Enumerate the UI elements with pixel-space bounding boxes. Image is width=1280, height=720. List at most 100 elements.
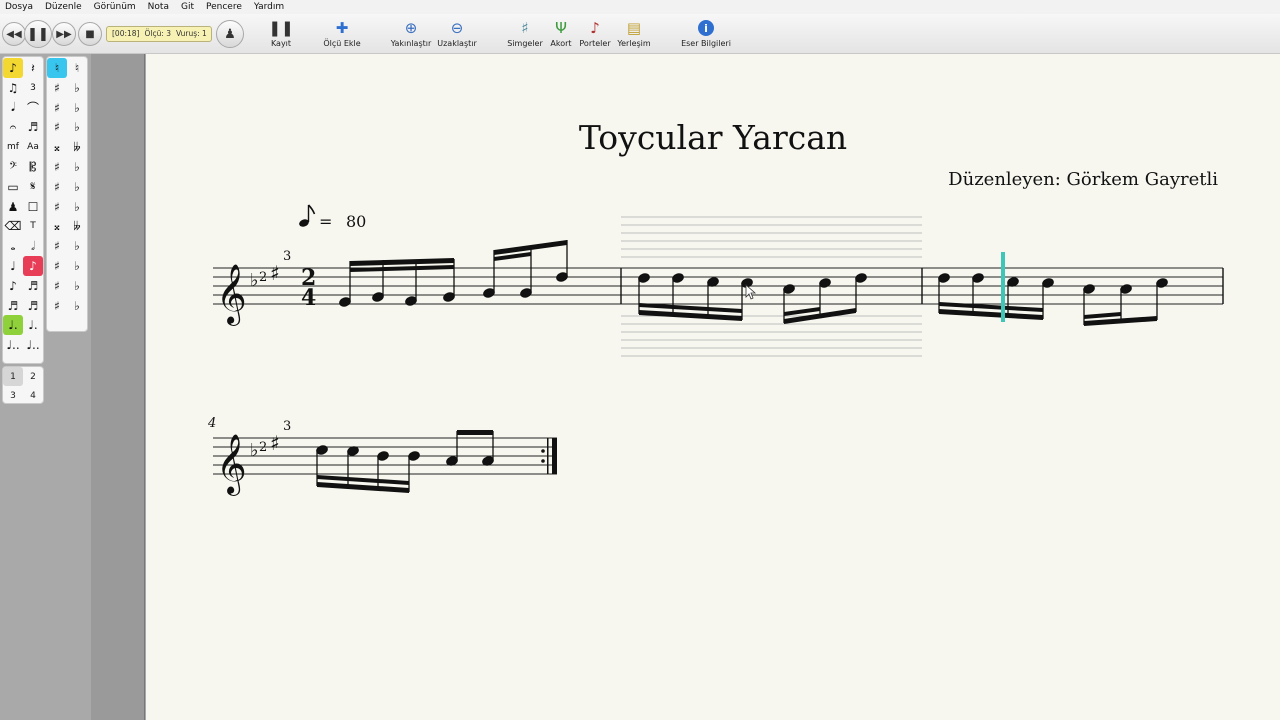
voice-button-3[interactable]: 3 [3, 386, 23, 405]
voice-button-4[interactable]: 4 [23, 386, 43, 405]
palette_left-cell-14[interactable]: ♟ [3, 197, 23, 217]
palette_right-cell-7[interactable]: ♭ [67, 117, 87, 137]
score-page[interactable]: Toycular Yarcan Düzenleyen: Görkem Gayre… [146, 54, 1280, 720]
menu-bar: Dosya Düzenle Görünüm Nota Git Pencere Yardım [0, 0, 1280, 14]
palette_left-cell-12[interactable]: ▭ [3, 177, 23, 197]
palette_left-cell-7[interactable]: ♬ [23, 117, 43, 137]
palette_right-cell-21[interactable]: ♭ [67, 256, 87, 276]
palette_left-cell-17[interactable]: T [23, 216, 43, 236]
status-measure: Ölçü: 3 [144, 29, 172, 38]
palette_right-cell-13[interactable]: ♭ [67, 177, 87, 197]
palette_left-cell-25[interactable]: ♬ [23, 296, 43, 316]
palette_right-cell-14[interactable]: ♯ [47, 197, 67, 217]
toolbar-icon-1: ✚ [335, 19, 349, 37]
metronome-icon: ♟ [224, 26, 236, 42]
palette_left-cell-9[interactable]: Aa [23, 137, 43, 157]
palette_left-cell-1[interactable]: 𝄽 [23, 58, 43, 78]
palette_right-cell-24[interactable]: ♯ [47, 296, 67, 316]
toolbar-button-7[interactable]: ▤ Yerleşim [604, 18, 664, 48]
palette_left-cell-3[interactable]: 3 [23, 78, 43, 98]
palette_left-cell-29[interactable]: ♩.. [23, 335, 43, 355]
menu-item-1[interactable]: Düzenle [45, 2, 82, 12]
palette_left-cell-20[interactable]: ♩ [3, 256, 23, 276]
palette_left-cell-18[interactable]: 𝅝 [3, 236, 23, 256]
palette_right-cell-16[interactable]: 𝄪 [47, 216, 67, 236]
toolbar-button-0[interactable]: ❚❚ Kayıt [251, 18, 311, 48]
palette_right-cell-2[interactable]: ♯ [47, 78, 67, 98]
metronome-button[interactable]: ♟ [216, 20, 244, 48]
pause-button[interactable]: ❚❚ [24, 20, 52, 48]
palette_left-cell-15[interactable]: ☐ [23, 197, 43, 217]
voice-button-1[interactable]: 1 [3, 367, 23, 386]
palette_right-cell-17[interactable]: 𝄫 [67, 216, 87, 236]
palette_left-cell-22[interactable]: ♪ [3, 276, 23, 296]
palette_right-cell-25[interactable]: ♭ [67, 296, 87, 316]
palette_right-cell-3[interactable]: ♭ [67, 78, 87, 98]
palette_left-cell-26[interactable]: ♩. [3, 315, 23, 336]
palette_right-cell-20[interactable]: ♯ [47, 256, 67, 276]
voice-button-2[interactable]: 2 [23, 367, 43, 386]
palette_right-cell-23[interactable]: ♭ [67, 276, 87, 296]
score-notation[interactable]: = 80 𝄞 ♭ 2 ♯ 3 2 4 4 𝄞 ♭ 2 ♯ 3 [146, 54, 1280, 720]
menu-item-6[interactable]: Yardım [254, 2, 284, 12]
toolbar-button-3[interactable]: ⊖ Uzaklaştır [427, 18, 487, 48]
palette_left-cell-2[interactable]: ♫ [3, 78, 23, 98]
menu-item-0[interactable]: Dosya [5, 2, 33, 12]
time-signature[interactable]: 2 4 [301, 265, 316, 311]
palette_left-cell-5[interactable]: ⌒ [23, 98, 43, 118]
palette_left-cell-13[interactable]: 𝄋 [23, 177, 43, 197]
palette_left-cell-19[interactable]: 𝅗𝅥 [23, 236, 43, 256]
treble-clef-2: 𝄞 [216, 434, 247, 496]
toolbar-icon-4: ♯ [521, 19, 529, 37]
treble-clef: 𝄞 [216, 264, 247, 326]
staff-system-1 [213, 267, 1223, 305]
palette_left-cell-27[interactable]: ♩. [23, 315, 43, 335]
palette_left-cell-0[interactable]: ♪ [3, 58, 23, 78]
stop-button[interactable]: ■ [78, 22, 102, 46]
toolbar-button-8[interactable]: i Eser Bilgileri [676, 18, 736, 48]
rewind-icon: ◀◀ [6, 28, 22, 40]
palette_right-cell-5[interactable]: ♭ [67, 98, 87, 118]
palette_right-cell-10[interactable]: ♯ [47, 157, 67, 177]
palette_left-cell-6[interactable]: 𝄐 [3, 117, 23, 137]
sharp-accidental-number-2: 3 [283, 419, 291, 434]
rewind-button[interactable]: ◀◀ [2, 22, 26, 46]
menu-item-3[interactable]: Nota [148, 2, 169, 12]
toolbar-label-7: Yerleşim [617, 39, 651, 48]
palette_right-cell-0[interactable]: ♮ [47, 58, 67, 78]
palette_right-cell-15[interactable]: ♭ [67, 197, 87, 217]
palette_left-cell-10[interactable]: 𝄢 [3, 157, 23, 177]
toolbar-button-1[interactable]: ✚ Ölçü Ekle [312, 18, 372, 48]
palette_right-cell-19[interactable]: ♭ [67, 236, 87, 256]
menu-item-5[interactable]: Pencere [206, 2, 242, 12]
menu-item-4[interactable]: Git [181, 2, 194, 12]
palette_left-cell-8[interactable]: mf [3, 137, 23, 157]
palette_right-cell-18[interactable]: ♯ [47, 236, 67, 256]
toolbar-icon-8: i [698, 20, 714, 36]
palette_right-cell-12[interactable]: ♯ [47, 177, 67, 197]
palette_left-cell-28[interactable]: ♩.. [3, 335, 23, 355]
palette_left-cell-4[interactable]: 𝅘𝅥 [3, 98, 23, 118]
palette_right-cell-11[interactable]: ♭ [67, 157, 87, 177]
palette_left-cell-11[interactable]: 𝄡 [23, 157, 43, 177]
tempo-marking[interactable]: = 80 [298, 204, 366, 231]
palette_left-cell-23[interactable]: ♬ [23, 276, 43, 296]
palette_right-cell-6[interactable]: ♯ [47, 117, 67, 137]
accidental-palette: ♮ ♮ ♯ ♭ ♯ ♭ ♯ ♭ 𝄪 𝄫 ♯ ♭ ♯ ♭ ♯ ♭ 𝄪 𝄫 ♯ ♭ ♯ ♭ ♯ ♭ ♯ ♭ [46, 56, 88, 332]
toolbar-label-3: Uzaklaştır [437, 39, 477, 48]
measure-1-notes[interactable] [338, 240, 568, 308]
palette_right-cell-1[interactable]: ♮ [67, 58, 87, 78]
forward-button[interactable]: ▶▶ [52, 22, 76, 46]
palette_left-cell-16[interactable]: ⌫ [3, 216, 23, 236]
toolbar-label-8: Eser Bilgileri [681, 39, 731, 48]
palette_right-cell-9[interactable]: 𝄫 [67, 137, 87, 157]
palette_left-cell-24[interactable]: ♬ [3, 296, 23, 316]
palette_right-cell-8[interactable]: 𝄪 [47, 137, 67, 157]
palette_left-cell-21[interactable]: ♪ [23, 256, 43, 276]
palette_right-cell-4[interactable]: ♯ [47, 98, 67, 118]
menu-item-2[interactable]: Görünüm [94, 2, 136, 12]
measure-4-notes[interactable] [315, 430, 494, 493]
palette_right-cell-22[interactable]: ♯ [47, 276, 67, 296]
playback-cursor [1001, 252, 1005, 322]
measure-3-notes[interactable] [937, 272, 1168, 326]
